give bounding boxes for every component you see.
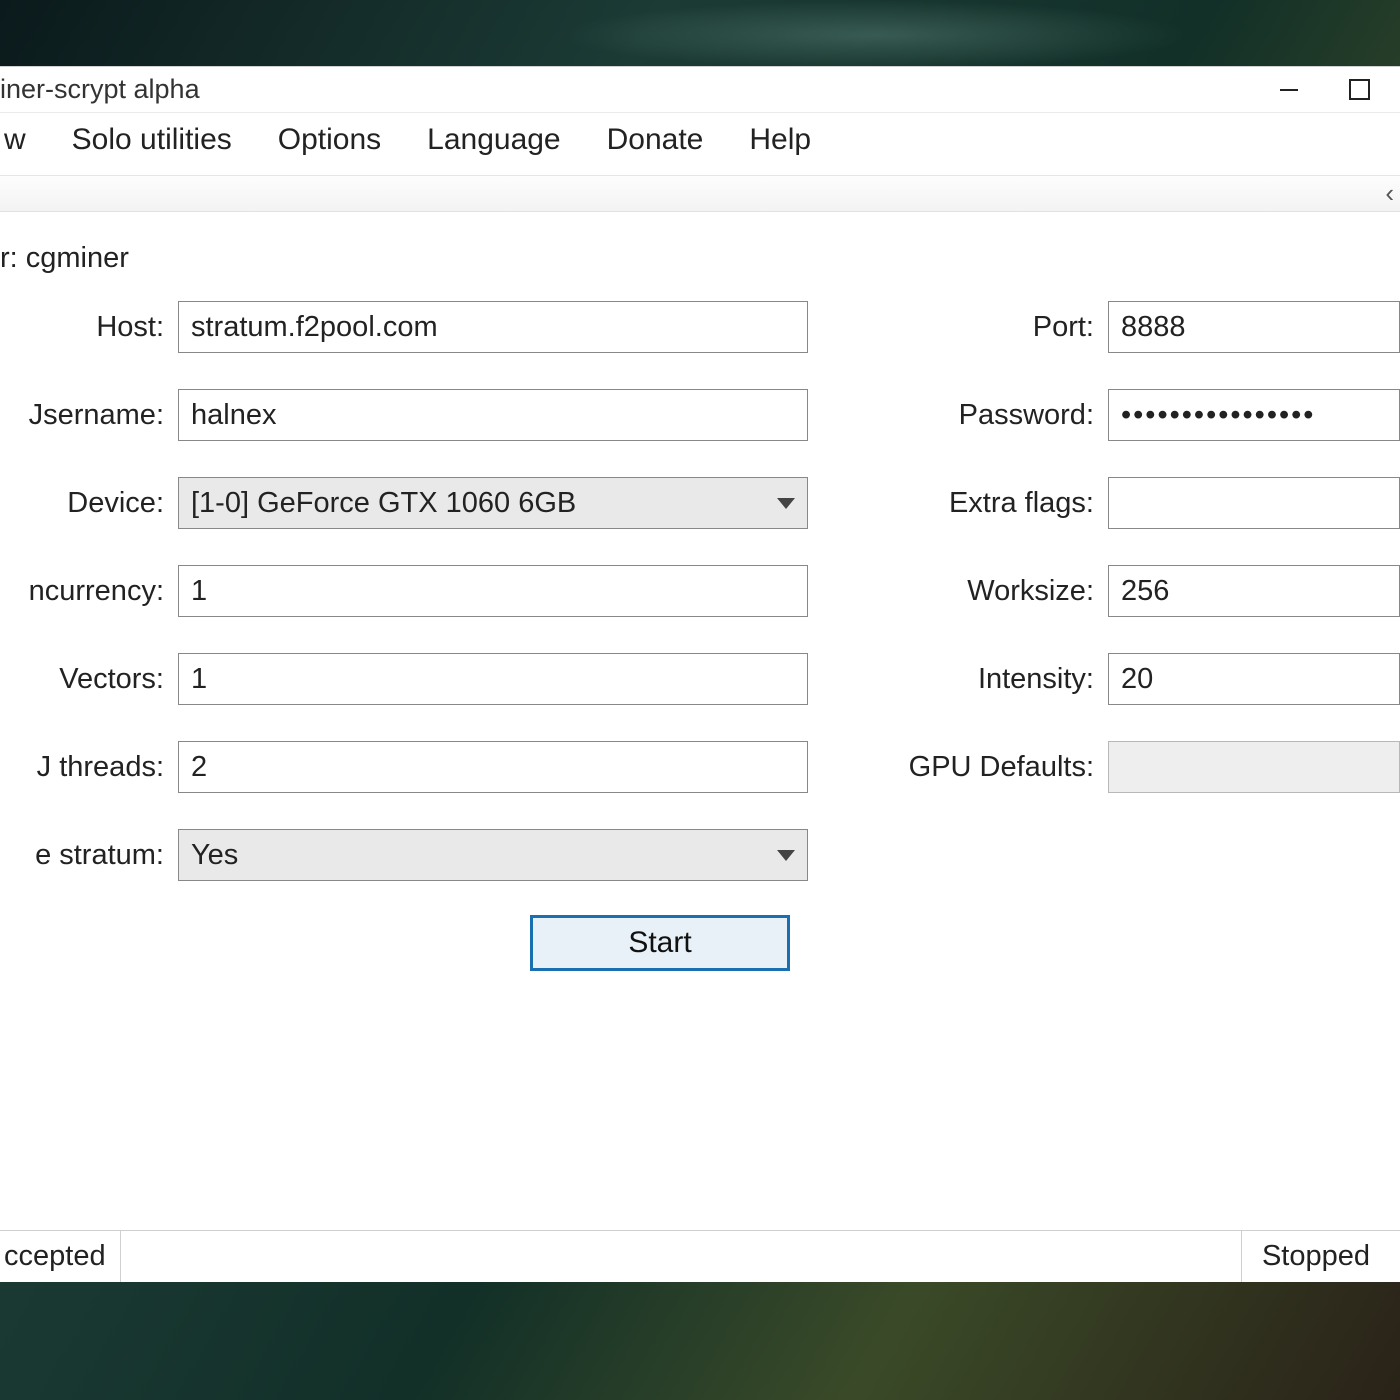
extra-flags-label: Extra flags: <box>888 487 1108 520</box>
miner-section-label: r: cgminer <box>0 236 1400 301</box>
status-accepted: ccepted <box>0 1231 121 1282</box>
device-select[interactable]: [1-0] GeForce GTX 1060 6GB <box>178 477 808 529</box>
intensity-input[interactable] <box>1108 653 1400 705</box>
stratum-label: e stratum: <box>0 839 178 872</box>
gpu-defaults-label: GPU Defaults: <box>888 751 1108 784</box>
username-label: Jsername: <box>0 399 178 432</box>
username-input[interactable] <box>178 389 808 441</box>
title-bar[interactable]: iner-scrypt alpha <box>0 67 1400 113</box>
chevron-down-icon <box>777 850 795 861</box>
menu-options[interactable]: Options <box>274 119 385 161</box>
status-state: Stopped <box>1242 1231 1400 1282</box>
toolbar-strip: ‹ <box>0 176 1400 212</box>
device-label: Device: <box>0 487 178 520</box>
stratum-select[interactable]: Yes <box>178 829 808 881</box>
gpu-defaults-box[interactable] <box>1108 741 1400 793</box>
concurrency-input[interactable] <box>178 565 808 617</box>
concurrency-label: ncurrency: <box>0 575 178 608</box>
port-input[interactable] <box>1108 301 1400 353</box>
password-input[interactable] <box>1108 389 1400 441</box>
password-label: Password: <box>888 399 1108 432</box>
window-title: iner-scrypt alpha <box>0 74 200 105</box>
menu-solo-utilities[interactable]: Solo utilities <box>68 119 236 161</box>
threads-input[interactable] <box>178 741 808 793</box>
extra-flags-input[interactable] <box>1108 477 1400 529</box>
menu-donate[interactable]: Donate <box>603 119 708 161</box>
vectors-label: Vectors: <box>0 663 178 696</box>
toolbar-overflow-icon[interactable]: ‹ <box>1385 178 1394 209</box>
host-label: Host: <box>0 311 178 344</box>
menu-view[interactable]: w <box>0 119 30 161</box>
device-select-value: [1-0] GeForce GTX 1060 6GB <box>191 487 576 520</box>
maximize-button[interactable] <box>1324 67 1394 113</box>
menu-bar: w Solo utilities Options Language Donate… <box>0 113 1400 176</box>
app-window: iner-scrypt alpha w Solo utilities Optio… <box>0 66 1400 1282</box>
stratum-select-value: Yes <box>191 839 238 872</box>
start-button[interactable]: Start <box>530 915 790 971</box>
vectors-input[interactable] <box>178 653 808 705</box>
worksize-label: Worksize: <box>888 575 1108 608</box>
chevron-down-icon <box>777 498 795 509</box>
minimize-button[interactable] <box>1254 67 1324 113</box>
threads-label: J threads: <box>0 751 178 784</box>
status-bar: ccepted Stopped <box>0 1230 1400 1282</box>
port-label: Port: <box>888 311 1108 344</box>
menu-help[interactable]: Help <box>745 119 815 161</box>
worksize-input[interactable] <box>1108 565 1400 617</box>
intensity-label: Intensity: <box>888 663 1108 696</box>
menu-language[interactable]: Language <box>423 119 564 161</box>
form-body: r: cgminer Host: Port: Jsername: Passwor… <box>0 212 1400 1230</box>
host-input[interactable] <box>178 301 808 353</box>
